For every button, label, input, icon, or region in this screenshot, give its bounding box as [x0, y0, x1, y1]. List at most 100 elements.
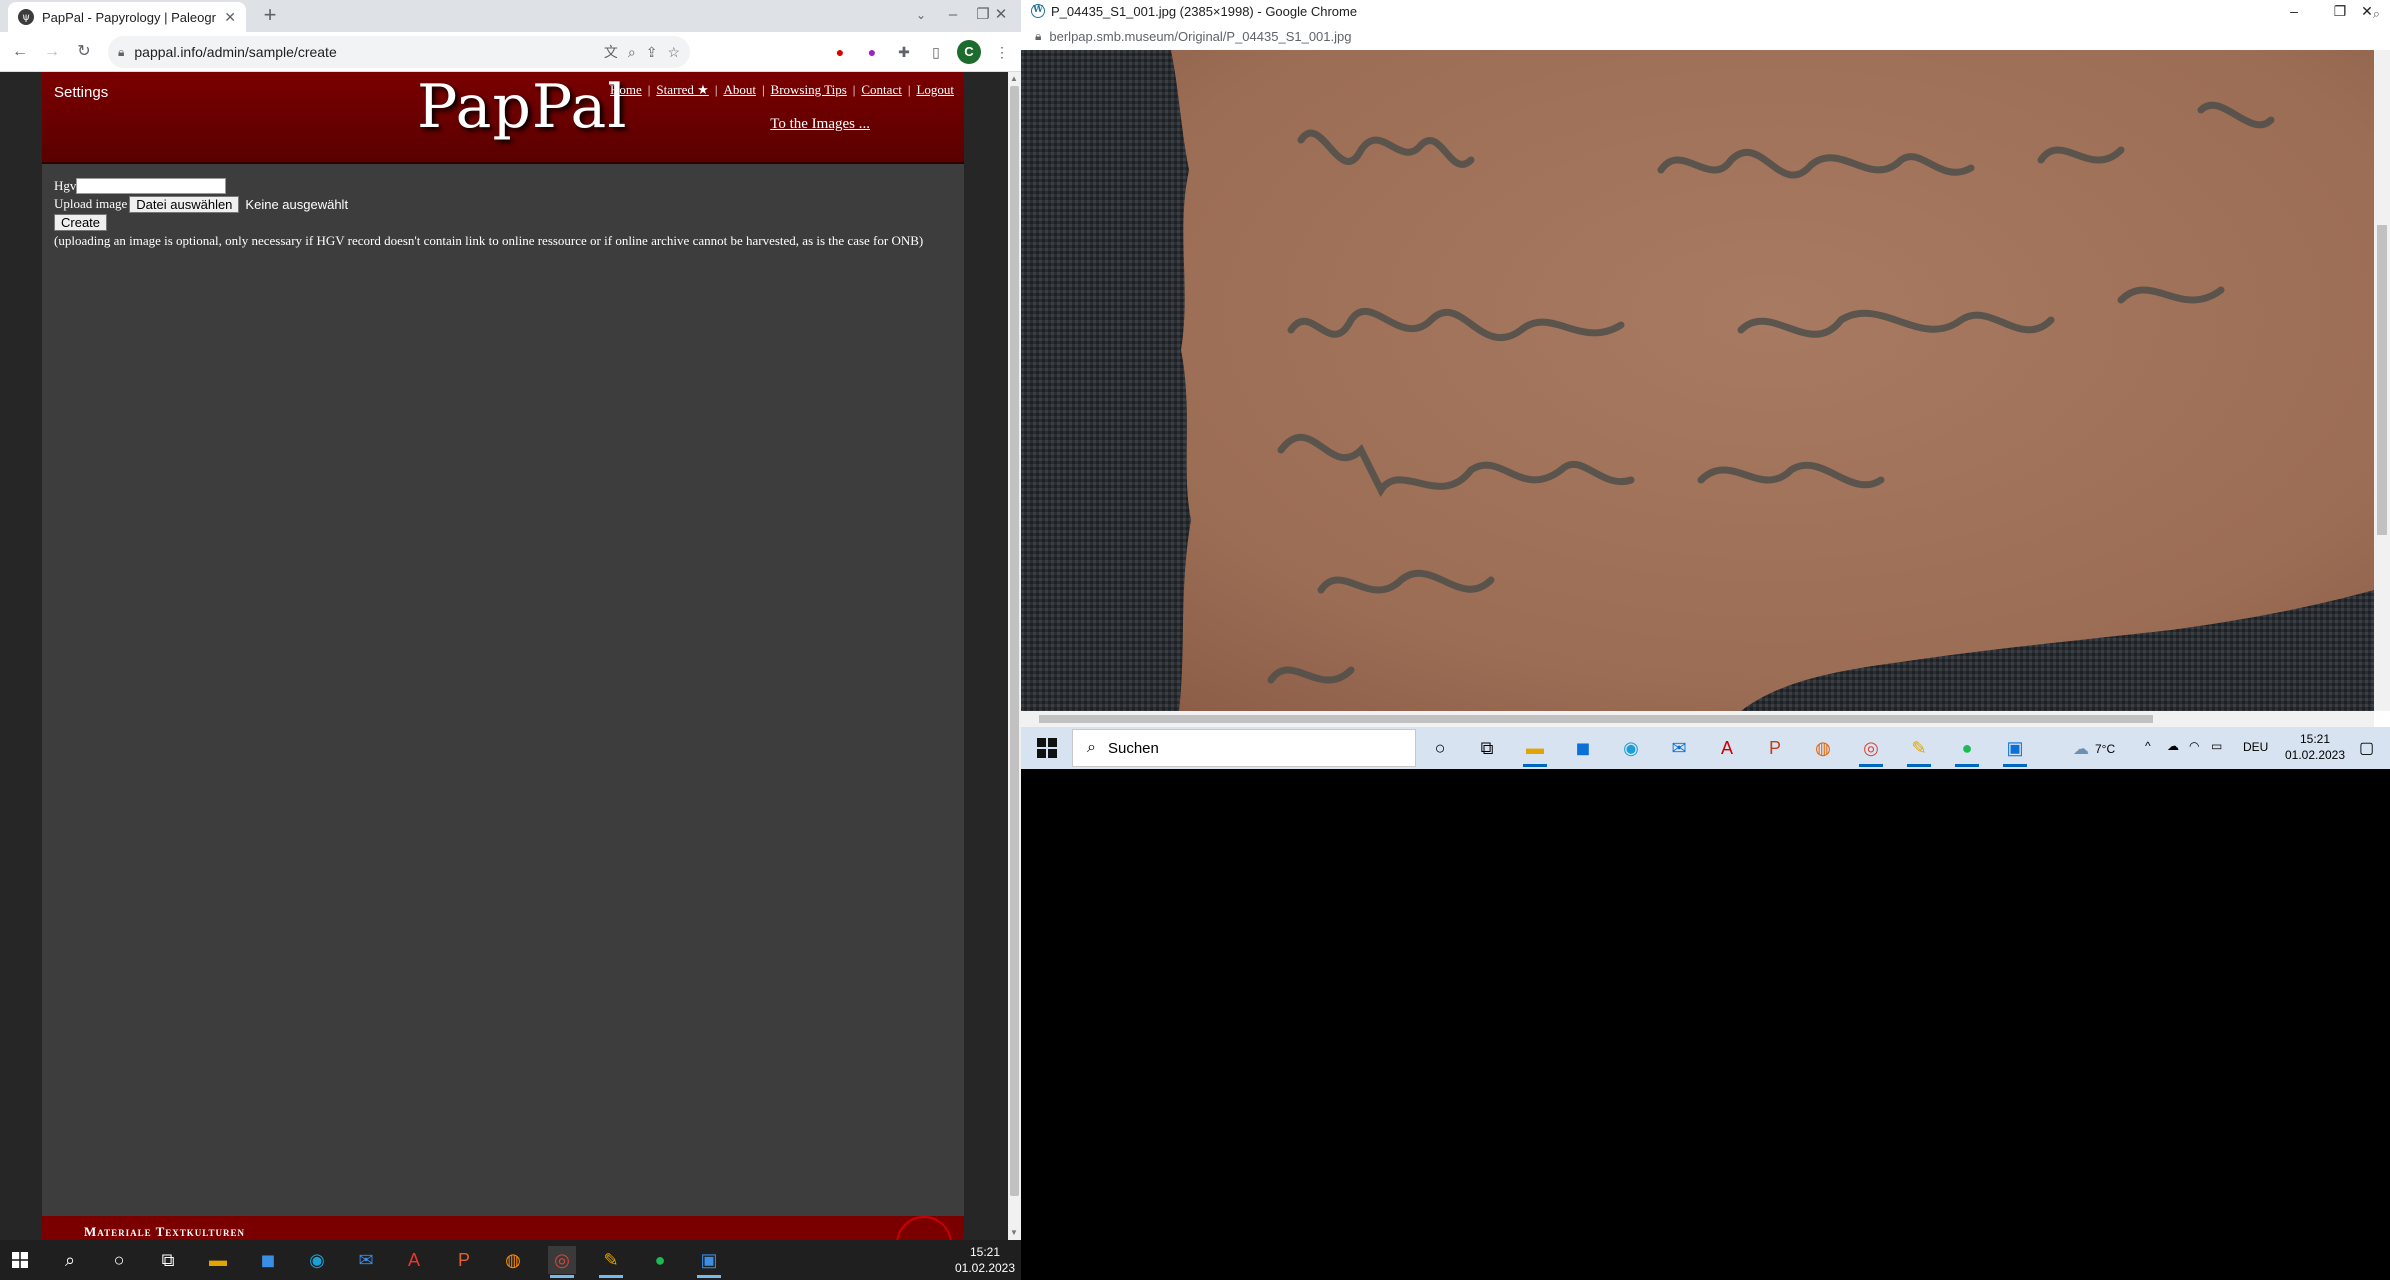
- site-header: Settings PapPal Home | Starred ★ | About…: [42, 72, 964, 164]
- clock-date: 01.02.2023: [2284, 748, 2346, 762]
- back-arrow-icon[interactable]: ←: [8, 40, 32, 64]
- popup-vertical-scrollbar[interactable]: [2374, 50, 2390, 711]
- translate-icon[interactable]: 文: [604, 42, 618, 62]
- notes-icon[interactable]: ✎: [597, 1246, 625, 1278]
- nav-browsing-tips[interactable]: Browsing Tips: [771, 82, 847, 98]
- photos-icon[interactable]: ▣: [2001, 734, 2029, 767]
- tab-pappal[interactable]: ψ PapPal - Papyrology | Paleograph ✕: [8, 2, 246, 32]
- forward-arrow-icon[interactable]: →: [40, 40, 64, 64]
- mail-icon[interactable]: ✉: [352, 1246, 380, 1274]
- taskbar-search-box[interactable]: ⌕ Suchen: [1072, 729, 1416, 767]
- pappal-site: Settings PapPal Home | Starred ★ | About…: [42, 72, 964, 1240]
- photos-icon[interactable]: ▣: [695, 1246, 723, 1278]
- firefox-icon[interactable]: ◍: [499, 1246, 527, 1274]
- store-icon[interactable]: ◼: [1569, 734, 1597, 762]
- weather-widget[interactable]: ☁ 7°C: [2073, 739, 2115, 759]
- search-icon[interactable]: ⌕: [56, 1246, 84, 1274]
- chrome-icon[interactable]: ◎: [548, 1246, 576, 1278]
- close-window-icon[interactable]: ✕: [2344, 0, 2390, 22]
- extension-red-icon[interactable]: ●: [828, 40, 852, 64]
- zoom-icon[interactable]: ⌕: [2373, 6, 2380, 22]
- powerpoint-icon[interactable]: P: [1761, 734, 1789, 762]
- reload-icon[interactable]: ↻: [72, 40, 96, 64]
- scroll-up-arrow-icon[interactable]: ▲: [1010, 74, 1018, 83]
- weather-temp: 7°C: [2095, 742, 2116, 756]
- taskbar-right-screen: ⌕ Suchen ○ ⧉ ▬ ◼ ◉ ✉ A P ◍ ◎ ✎ ● ▣ ☁ 7°C…: [1021, 727, 2390, 769]
- spotify-icon[interactable]: ●: [646, 1246, 674, 1274]
- url-text[interactable]: pappal.info/admin/sample/create: [134, 44, 593, 60]
- taskbar-clock[interactable]: 15:21 01.02.2023: [950, 1244, 1020, 1276]
- popup-address-bar[interactable]: 🔒︎ berlpap.smb.museum/Original/P_04435_S…: [1021, 22, 2390, 50]
- mail-icon[interactable]: ✉: [1665, 734, 1693, 762]
- scroll-down-arrow-icon[interactable]: ▼: [1010, 1228, 1018, 1237]
- popup-hscroll-thumb[interactable]: [1039, 715, 2153, 723]
- share-icon[interactable]: ⇪: [646, 44, 658, 61]
- firefox-icon[interactable]: ◍: [1809, 734, 1837, 762]
- windows-start-icon[interactable]: [12, 1252, 28, 1268]
- close-tab-icon[interactable]: ✕: [224, 9, 236, 26]
- papyrus-image[interactable]: [1021, 50, 2374, 711]
- clock-time: 15:21: [969, 1245, 1001, 1259]
- file-explorer-icon[interactable]: ▬: [1521, 734, 1549, 767]
- task-view-icon[interactable]: ⧉: [1473, 734, 1501, 762]
- profile-avatar[interactable]: C: [957, 40, 981, 64]
- store-icon[interactable]: ◼: [254, 1246, 282, 1274]
- site-footer: Materiale Textkulturen: [42, 1216, 964, 1240]
- tab-strip: ψ PapPal - Papyrology | Paleograph ✕ + ⌄…: [0, 0, 1021, 32]
- side-panel-icon[interactable]: ▯: [924, 40, 948, 64]
- file-status-text: Keine ausgewählt: [245, 196, 349, 212]
- create-button[interactable]: Create: [54, 213, 108, 231]
- papyrus-photo: [1021, 50, 2374, 711]
- brand-logo[interactable]: PapPal: [417, 72, 628, 142]
- popup-url-text[interactable]: berlpap.smb.museum/Original/P_04435_S1_0…: [1049, 29, 1351, 44]
- powerpoint-icon[interactable]: P: [450, 1246, 478, 1274]
- clock-date: 01.02.2023: [954, 1261, 1016, 1275]
- settings-link[interactable]: Settings: [54, 84, 108, 101]
- edge-icon[interactable]: ◉: [1617, 734, 1645, 762]
- hgv-input[interactable]: [76, 178, 227, 194]
- nav-starred[interactable]: Starred ★: [656, 82, 708, 98]
- acrobat-icon[interactable]: A: [400, 1246, 428, 1274]
- scrollbar-thumb[interactable]: [1010, 86, 1019, 1196]
- address-bar[interactable]: 🔒︎ pappal.info/admin/sample/create 文 ⌕ ⇪…: [108, 36, 690, 68]
- search-placeholder: Suchen: [1107, 739, 1159, 757]
- extensions-puzzle-icon[interactable]: ✚: [892, 40, 916, 64]
- upload-image-label: Upload image: [54, 196, 128, 211]
- nav-home[interactable]: Home: [610, 82, 642, 98]
- tab-title: PapPal - Papyrology | Paleograph: [42, 9, 216, 25]
- cortana-icon[interactable]: ○: [1426, 734, 1454, 762]
- choose-file-button[interactable]: Datei auswählen: [129, 195, 240, 213]
- new-tab-button[interactable]: +: [258, 4, 282, 28]
- cortana-icon[interactable]: ○: [105, 1246, 133, 1274]
- taskbar-left-screen: ⌕ ○ ⧉ ▬ ◼ ◉ ✉ A P ◍ ◎ ✎ ● ▣ 15:21 01.02.…: [0, 1240, 1021, 1280]
- popup-horizontal-scrollbar[interactable]: [1021, 711, 2374, 727]
- extension-purple-icon[interactable]: ●: [860, 40, 884, 64]
- tray-chevron-icon[interactable]: ^: [2145, 739, 2151, 753]
- page-scrollbar[interactable]: ▲ ▼: [1008, 72, 1021, 1240]
- nav-contact[interactable]: Contact: [861, 82, 901, 98]
- chrome-icon[interactable]: ◎: [1857, 734, 1885, 767]
- zoom-icon[interactable]: ⌕: [628, 44, 636, 61]
- nav-about[interactable]: About: [723, 82, 756, 98]
- wifi-icon[interactable]: ◠: [2189, 739, 2199, 753]
- to-images-link[interactable]: To the Images ...: [770, 116, 870, 133]
- language-indicator[interactable]: DEU: [2243, 740, 2268, 754]
- task-view-icon[interactable]: ⧉: [154, 1246, 182, 1274]
- popup-vscroll-thumb[interactable]: [2377, 225, 2387, 535]
- spotify-icon[interactable]: ●: [1953, 734, 1981, 767]
- acrobat-icon[interactable]: A: [1713, 734, 1741, 762]
- battery-icon[interactable]: ▭: [2211, 739, 2222, 753]
- file-explorer-icon[interactable]: ▬: [204, 1246, 232, 1274]
- network-icon[interactable]: ☁: [2167, 739, 2179, 753]
- close-window-icon[interactable]: ✕: [978, 0, 1021, 30]
- edge-icon[interactable]: ◉: [303, 1246, 331, 1274]
- notes-icon[interactable]: ✎: [1905, 734, 1933, 767]
- windows-start-icon[interactable]: [1037, 738, 1057, 758]
- nav-logout[interactable]: Logout: [916, 82, 954, 98]
- cloud-icon: ☁: [2073, 741, 2089, 758]
- bookmark-star-icon[interactable]: ☆: [667, 44, 680, 61]
- notifications-icon[interactable]: ▢: [2359, 738, 2374, 758]
- minimize-icon[interactable]: –: [2271, 0, 2317, 22]
- taskbar-clock[interactable]: 15:21 01.02.2023: [2275, 731, 2355, 763]
- menu-kebab-icon[interactable]: ⋮: [990, 40, 1014, 64]
